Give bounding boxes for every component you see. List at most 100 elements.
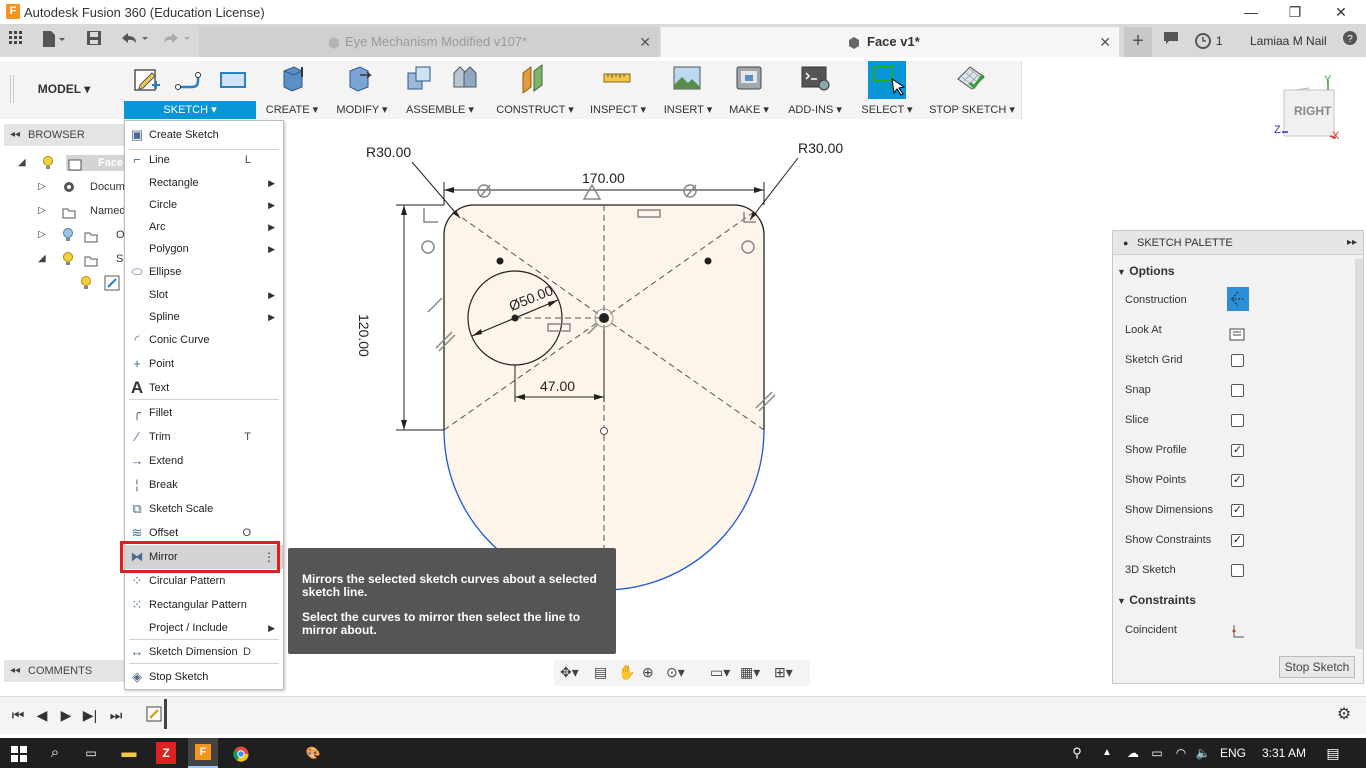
palette-stop-sketch-button[interactable]: Stop Sketch bbox=[1279, 656, 1355, 678]
tab-face[interactable]: Face v1* ✕ bbox=[661, 27, 1119, 57]
go-to-end-icon[interactable]: ⏭ bbox=[108, 707, 124, 723]
select-menu-button[interactable]: SELECT ▾ bbox=[860, 101, 914, 119]
palette-row-slice[interactable]: Slice bbox=[1125, 405, 1355, 435]
workspace-dropdown[interactable]: MODEL ▾ bbox=[14, 77, 114, 101]
browser-item-sketches[interactable]: ◢ S bbox=[38, 248, 124, 270]
lightbulb-icon[interactable] bbox=[80, 276, 92, 298]
inspect-menu-button[interactable]: INSPECT ▾ bbox=[588, 101, 648, 119]
job-status-button[interactable]: 1 bbox=[1192, 30, 1226, 52]
palette-row-show-profile[interactable]: Show Profile ✓ bbox=[1125, 435, 1355, 465]
step-back-icon[interactable]: ◀ bbox=[34, 707, 50, 723]
slice-checkbox[interactable] bbox=[1231, 414, 1244, 427]
constraints-section-header[interactable]: ▼ Constraints bbox=[1117, 588, 1357, 612]
menu-extend[interactable]: → Extend bbox=[125, 449, 283, 473]
file-explorer-icon[interactable]: ▬ bbox=[118, 738, 140, 768]
minimize-button[interactable]: — bbox=[1240, 2, 1262, 22]
new-tab-button[interactable]: + bbox=[1124, 27, 1152, 57]
palette-row-show-dimensions[interactable]: Show Dimensions ✓ bbox=[1125, 495, 1355, 525]
collapse-arrow-icon[interactable]: ◢ bbox=[18, 152, 26, 174]
lightbulb-icon[interactable] bbox=[42, 156, 54, 178]
pan-icon[interactable]: ✋ bbox=[618, 664, 635, 681]
people-icon[interactable]: ⚲ bbox=[1068, 738, 1086, 768]
wifi-icon[interactable]: ◠ bbox=[1172, 738, 1190, 768]
palette-row-show-constraints[interactable]: Show Constraints ✓ bbox=[1125, 525, 1355, 555]
timeline-sketch-feature-icon[interactable] bbox=[146, 704, 164, 727]
menu-arc[interactable]: Arc ▶ bbox=[125, 215, 283, 239]
menu-rectangle[interactable]: Rectangle ▶ bbox=[125, 171, 283, 195]
redo-icon[interactable] bbox=[158, 30, 194, 52]
menu-trim[interactable]: ⁄ Trim T bbox=[125, 425, 283, 449]
undo-icon[interactable] bbox=[116, 30, 152, 52]
show-points-checkbox[interactable]: ✓ bbox=[1231, 474, 1244, 487]
menu-polygon[interactable]: Polygon ▶ bbox=[125, 237, 283, 261]
menu-conic-curve[interactable]: ◜ Conic Curve bbox=[125, 328, 283, 352]
sketch-grid-checkbox[interactable] bbox=[1231, 354, 1244, 367]
play-icon[interactable]: ▶ bbox=[58, 707, 74, 723]
scripts-addins-icon[interactable] bbox=[800, 63, 830, 93]
battery-icon[interactable]: ▭ bbox=[1148, 738, 1166, 768]
zoom-window-icon[interactable]: ⊙▾ bbox=[666, 664, 685, 681]
paint-icon[interactable]: 🎨 bbox=[302, 738, 324, 768]
tab-eye-mechanism[interactable]: Eye Mechanism Modified v107* ✕ bbox=[199, 27, 659, 57]
browser-item-root[interactable]: ◢ Face bbox=[18, 152, 126, 174]
display-settings-icon[interactable]: ▭▾ bbox=[710, 664, 730, 681]
onedrive-icon[interactable]: ☁ bbox=[1122, 738, 1144, 768]
expand-arrow-icon[interactable]: ▷ bbox=[38, 200, 46, 222]
addins-menu-button[interactable]: ADD-INS ▾ bbox=[786, 101, 844, 119]
tab-close-icon[interactable]: ✕ bbox=[1099, 27, 1111, 57]
dimension-width[interactable]: 170.00 bbox=[582, 170, 625, 186]
timeline-marker[interactable] bbox=[164, 699, 167, 729]
construction-toggle-icon[interactable] bbox=[1227, 287, 1249, 311]
viewports-icon[interactable]: ⊞▾ bbox=[774, 664, 793, 681]
dimension-radius-right[interactable]: R30.00 bbox=[798, 140, 843, 156]
press-pull-icon[interactable] bbox=[346, 63, 376, 93]
modify-menu-button[interactable]: MODIFY ▾ bbox=[332, 101, 392, 119]
palette-header[interactable]: ● SKETCH PALETTE ▸▸ bbox=[1113, 231, 1363, 255]
comments-panel-header[interactable]: ◂◂ COMMENTS bbox=[4, 660, 124, 682]
expand-arrow-icon[interactable]: ▷ bbox=[38, 176, 46, 198]
go-to-start-icon[interactable]: ⏮ bbox=[10, 707, 26, 723]
palette-row-coincident[interactable]: Coincident bbox=[1125, 615, 1355, 645]
lightbulb-icon[interactable] bbox=[62, 228, 74, 250]
chrome-icon[interactable] bbox=[230, 738, 252, 768]
collapse-browser-icon[interactable]: ◂◂ bbox=[10, 124, 20, 146]
extrude-icon[interactable] bbox=[278, 63, 308, 93]
windows-start-icon[interactable] bbox=[8, 738, 30, 768]
select-tool-icon[interactable] bbox=[868, 61, 906, 99]
viewcube-face-label[interactable]: RIGHT bbox=[1294, 104, 1331, 118]
offset-plane-icon[interactable] bbox=[520, 63, 550, 94]
user-name[interactable]: Lamiaa M Nail bbox=[1250, 30, 1327, 52]
language-indicator[interactable]: ENG bbox=[1216, 738, 1250, 768]
close-window-button[interactable]: ✕ bbox=[1330, 2, 1352, 22]
menu-slot[interactable]: Slot ▶ bbox=[125, 283, 283, 307]
browser-item-sketch1[interactable] bbox=[80, 272, 124, 294]
menu-create-sketch[interactable]: ▣ Create Sketch bbox=[125, 123, 283, 147]
dimension-offset[interactable]: 47.00 bbox=[540, 378, 575, 394]
palette-scrollbar[interactable] bbox=[1355, 259, 1363, 649]
menu-sketch-dimension[interactable]: ↔ Sketch Dimension D bbox=[125, 640, 283, 664]
line-tool-icon[interactable] bbox=[174, 65, 204, 95]
construct-menu-button[interactable]: CONSTRUCT ▾ bbox=[496, 101, 574, 119]
show-hidden-icons[interactable]: ▲ bbox=[1098, 738, 1116, 768]
palette-row-snap[interactable]: Snap bbox=[1125, 375, 1355, 405]
menu-sketch-scale[interactable]: ⧉ Sketch Scale bbox=[125, 497, 283, 521]
palette-row-look-at[interactable]: Look At bbox=[1125, 315, 1355, 345]
app-grid-icon[interactable] bbox=[6, 30, 26, 52]
create-sketch-icon[interactable] bbox=[132, 65, 162, 95]
palette-row-3d-sketch[interactable]: 3D Sketch bbox=[1125, 555, 1355, 585]
browser-panel-header[interactable]: ◂◂ BROWSER bbox=[4, 124, 124, 146]
show-dimensions-checkbox[interactable]: ✓ bbox=[1231, 504, 1244, 517]
menu-circle[interactable]: Circle ▶ bbox=[125, 193, 283, 217]
measure-icon[interactable] bbox=[602, 63, 632, 93]
menu-ellipse[interactable]: ⬭ Ellipse bbox=[125, 260, 283, 284]
menu-fillet[interactable]: ╭ Fillet bbox=[125, 401, 283, 425]
zoom-icon[interactable]: ⊕ bbox=[642, 664, 654, 681]
menu-break[interactable]: ¦ Break bbox=[125, 473, 283, 497]
fusion-taskbar-active[interactable]: F bbox=[188, 738, 218, 768]
stop-sketch-menu-button[interactable]: STOP SKETCH ▾ bbox=[928, 101, 1016, 119]
rectangle-tool-icon[interactable] bbox=[218, 65, 248, 95]
menu-text[interactable]: A Text bbox=[125, 376, 283, 400]
create-menu-button[interactable]: CREATE ▾ bbox=[262, 101, 322, 119]
palette-row-show-points[interactable]: Show Points ✓ bbox=[1125, 465, 1355, 495]
options-section-header[interactable]: ▼ Options bbox=[1117, 259, 1357, 283]
